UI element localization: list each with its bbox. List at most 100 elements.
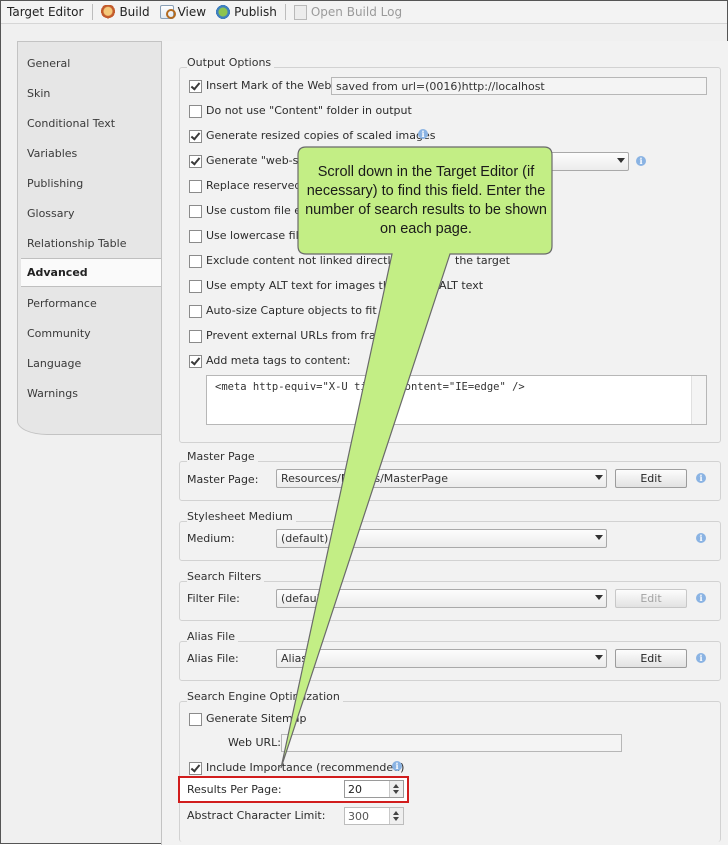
nav-item-warnings[interactable]: Warnings (27, 387, 78, 400)
info-icon[interactable]: i (696, 473, 706, 483)
master-page-dropdown[interactable]: Resources/M ages/MasterPage (276, 469, 607, 488)
filter-file-dropdown[interactable]: (defaul (276, 589, 607, 608)
callout-text: Scroll down in the Target Editor (if nec… (305, 164, 547, 237)
info-icon[interactable]: i (696, 593, 706, 603)
master-page-label: Master Page: (187, 473, 259, 486)
abstract-limit-value: 300 (348, 810, 369, 823)
custom-extension-checkbox[interactable] (189, 205, 202, 218)
web-safe-label: Generate "web-safe (206, 154, 316, 167)
master-page-edit-button[interactable]: Edit (615, 469, 687, 488)
info-icon[interactable]: i (418, 129, 428, 139)
no-content-folder-checkbox[interactable] (189, 105, 202, 118)
chevron-up-icon (393, 784, 399, 788)
nav-item-conditional-text[interactable]: Conditional Text (27, 117, 115, 130)
motw-url-field[interactable]: saved from url=(0016)http://localhost (331, 77, 707, 95)
publish-icon (216, 5, 231, 19)
chevron-down-icon (617, 158, 625, 163)
web-safe-dropdown[interactable] (541, 152, 629, 171)
nav-item-variables[interactable]: Variables (27, 147, 77, 160)
meta-tags-value: <meta http-equiv="X-U tible" content="IE… (215, 381, 525, 393)
include-importance-checkbox[interactable] (189, 762, 202, 775)
web-url-field[interactable] (281, 734, 622, 752)
master-page-value: Resources/M ages/MasterPage (281, 472, 448, 485)
open-build-log-button[interactable]: Open Build Log (289, 1, 407, 23)
nav-item-advanced-label: Advanced (27, 266, 88, 279)
prevent-frame-checkbox[interactable] (189, 330, 202, 343)
output-options-title: Output Options (187, 56, 275, 69)
generate-sitemap-label: Generate Sitemap (206, 712, 307, 725)
medium-dropdown[interactable]: (default) (276, 529, 607, 548)
lowercase-filenames-checkbox[interactable] (189, 230, 202, 243)
chevron-down-icon (595, 595, 603, 600)
empty-alt-checkbox[interactable] (189, 280, 202, 293)
abstract-limit-label: Abstract Character Limit: (187, 809, 326, 822)
filter-file-label: Filter File: (187, 592, 240, 605)
toolbar-separator (284, 4, 286, 20)
stepper-buttons[interactable] (389, 781, 403, 797)
search-filters-title: Search Filters (187, 570, 265, 583)
resized-copies-label: Generate resized copies of scaled images (206, 129, 436, 142)
view-button[interactable]: View (155, 1, 211, 23)
empty-alt-label-tail: ALT text (439, 279, 484, 292)
info-icon[interactable]: i (696, 533, 706, 543)
textarea-scrollbar[interactable] (691, 376, 706, 424)
results-per-page-label: Results Per Page: (187, 783, 282, 796)
chevron-down-icon (393, 790, 399, 794)
nav-item-community[interactable]: Community (27, 327, 91, 340)
build-log-icon (293, 4, 307, 20)
empty-alt-label: Use empty ALT text for images that (206, 279, 401, 292)
chevron-down-icon (595, 475, 603, 480)
info-icon[interactable]: i (696, 653, 706, 663)
nav-item-skin[interactable]: Skin (27, 87, 50, 100)
insert-motw-label: Insert Mark of the Web (206, 79, 332, 92)
info-icon[interactable]: i (392, 761, 402, 771)
web-safe-checkbox[interactable] (189, 155, 202, 168)
master-page-title: Master Page (187, 450, 258, 463)
nav-item-glossary[interactable]: Glossary (27, 207, 75, 220)
generate-sitemap-checkbox[interactable] (189, 713, 202, 726)
resized-copies-checkbox[interactable] (189, 130, 202, 143)
stepper-buttons[interactable] (389, 808, 403, 824)
build-button[interactable]: Build (96, 1, 154, 23)
build-label: Build (119, 5, 150, 19)
results-per-page-stepper[interactable]: 20 (344, 780, 404, 798)
meta-tags-textarea[interactable]: <meta http-equiv="X-U tible" content="IE… (206, 375, 707, 425)
no-content-folder-label: Do not use "Content" folder in output (206, 104, 412, 117)
autosize-capture-checkbox[interactable] (189, 305, 202, 318)
nav-item-language[interactable]: Language (27, 357, 81, 370)
medium-value: (default) (281, 532, 329, 545)
chevron-down-icon (595, 655, 603, 660)
exclude-content-checkbox[interactable] (189, 255, 202, 268)
exclude-content-label: Exclude content not linked directly or (206, 254, 412, 267)
chevron-up-icon (393, 811, 399, 815)
seo-title: Search Engine Optimization (187, 690, 343, 703)
exclude-content-label-tail: the target (455, 254, 510, 267)
nav-item-advanced[interactable]: Advanced (21, 258, 162, 287)
nav-item-publishing[interactable]: Publishing (27, 177, 83, 190)
alias-file-title: Alias File (187, 630, 239, 643)
nav-item-general[interactable]: General (27, 57, 70, 70)
filter-file-edit-button[interactable]: Edit (615, 589, 687, 608)
publish-label: Publish (234, 5, 277, 19)
target-editor-window: Target Editor Build View Publish Open Bu… (0, 0, 728, 845)
alias-file-dropdown[interactable]: Alias (276, 649, 607, 668)
view-label: View (177, 5, 207, 19)
nav-item-performance[interactable]: Performance (27, 297, 97, 310)
toolbar: Target Editor Build View Publish Open Bu… (1, 1, 727, 24)
meta-tags-checkbox[interactable] (189, 355, 202, 368)
insert-motw-checkbox[interactable] (189, 80, 202, 93)
publish-button[interactable]: Publish (211, 1, 282, 23)
meta-tags-label: Add meta tags to content: (206, 354, 351, 367)
nav-item-relationship-table[interactable]: Relationship Table (27, 237, 126, 250)
info-icon[interactable]: i (636, 156, 646, 166)
alias-file-edit-button[interactable]: Edit (615, 649, 687, 668)
open-build-log-label: Open Build Log (310, 5, 403, 19)
replace-reserved-checkbox[interactable] (189, 180, 202, 193)
abstract-limit-stepper[interactable]: 300 (344, 807, 404, 825)
filter-file-value: (defaul (281, 592, 320, 605)
alias-file-label: Alias File: (187, 652, 239, 665)
build-icon (101, 5, 116, 19)
editor-title: Target Editor (7, 5, 84, 19)
toolbar-separator (92, 4, 94, 20)
include-importance-label: Include Importance (recommended) (206, 761, 405, 774)
